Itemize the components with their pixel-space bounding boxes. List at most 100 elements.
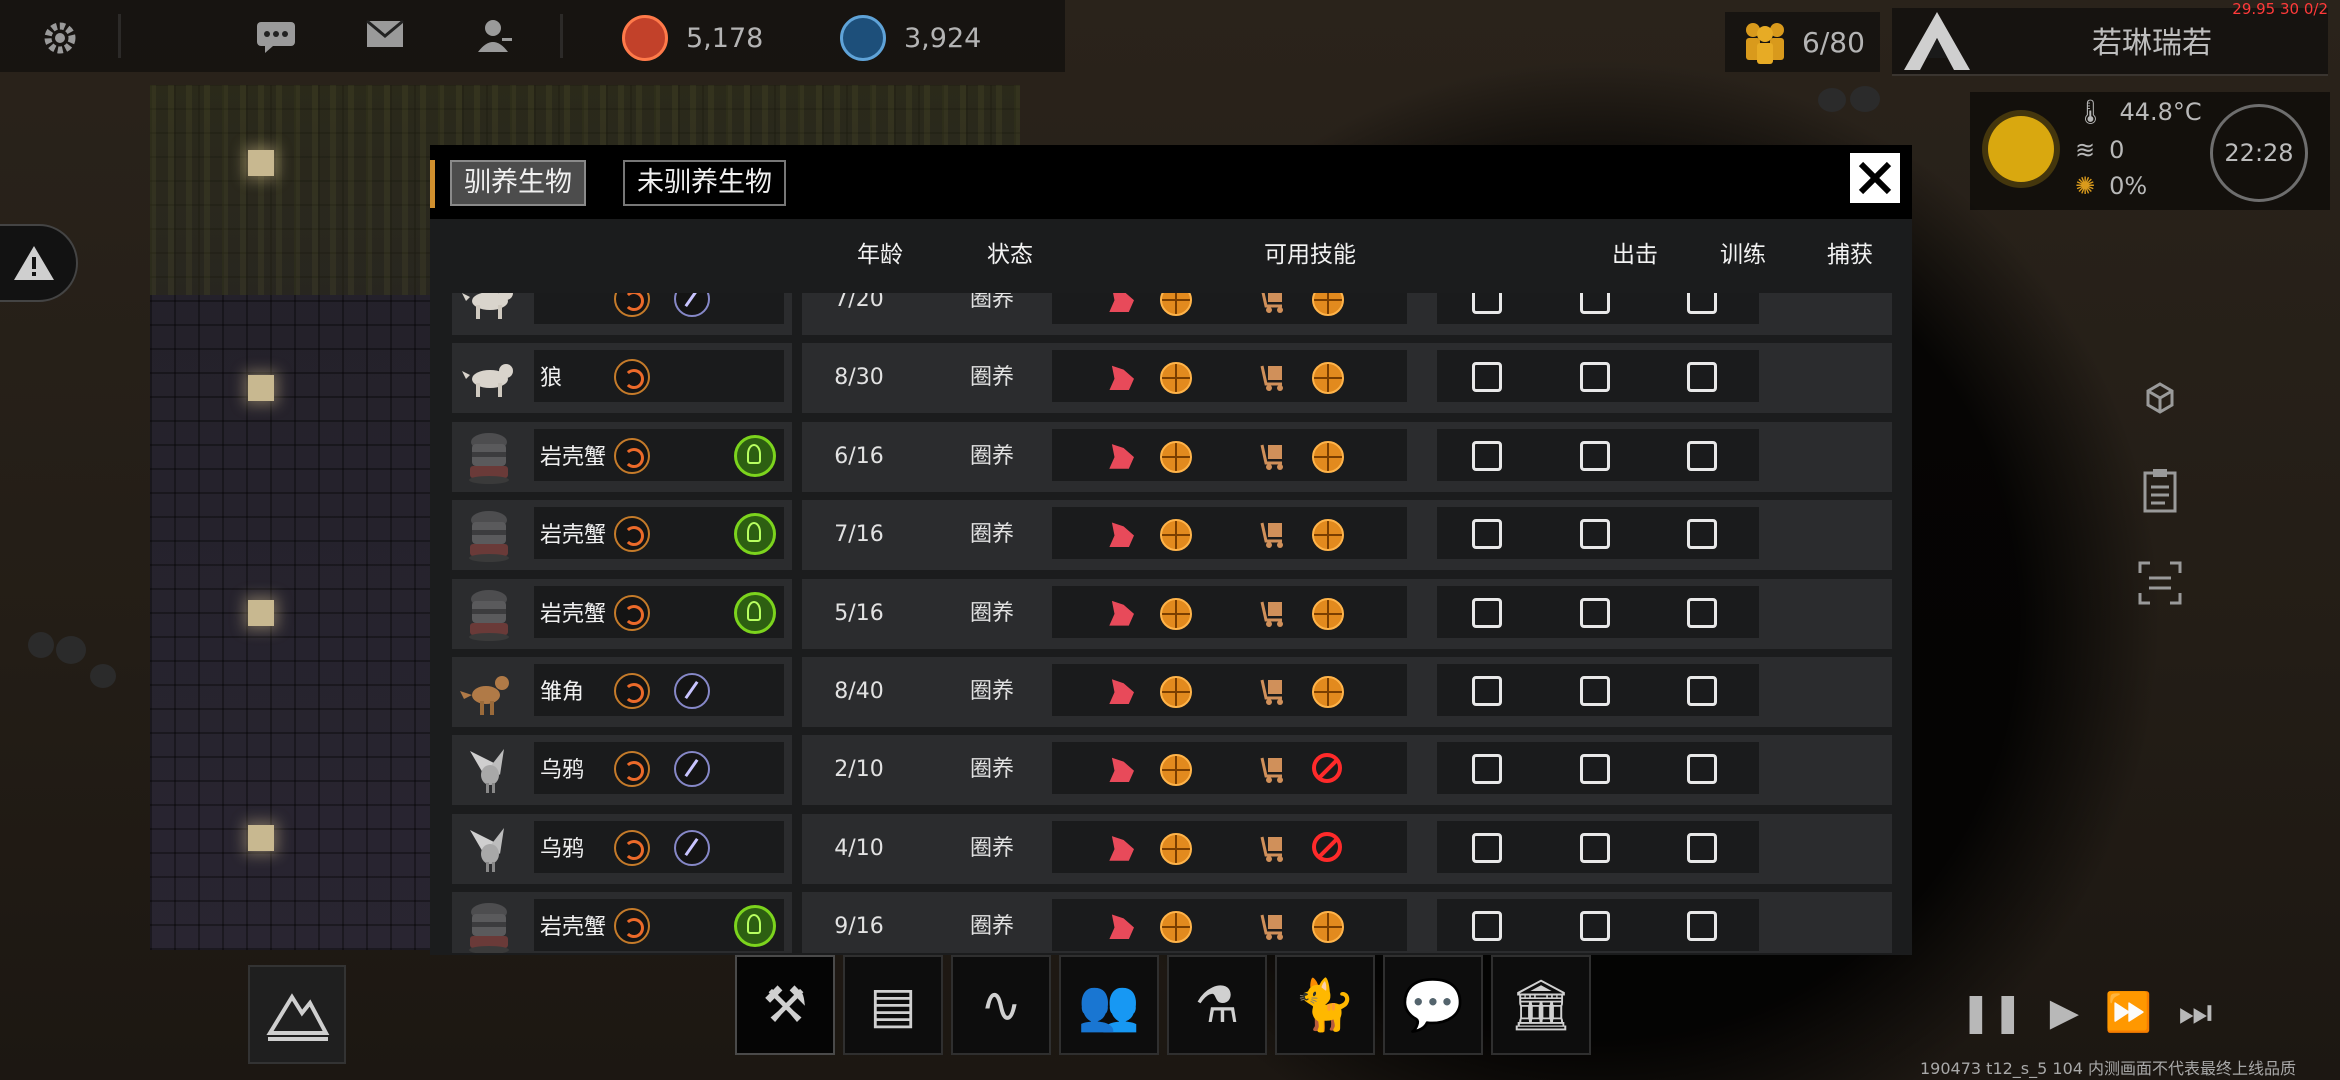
feather-skill-icon[interactable] xyxy=(674,673,710,709)
capture-checkbox[interactable] xyxy=(1687,440,1717,471)
weather-panel[interactable]: 🌡 44.8°C ≋ 0 ✺ 0% 22:28 xyxy=(1970,92,2330,210)
capture-checkbox[interactable] xyxy=(1687,676,1717,706)
orange-skill-icon[interactable] xyxy=(1312,911,1344,944)
cart-skill-icon[interactable] xyxy=(1258,676,1288,706)
player-card[interactable]: 若琳瑞若 29.95 30 0/2 xyxy=(1892,0,2328,76)
stomach-status-icon[interactable] xyxy=(614,516,650,553)
feather-skill-icon[interactable] xyxy=(674,829,710,866)
cart-skill-icon[interactable] xyxy=(1258,833,1288,863)
train-checkbox[interactable] xyxy=(1580,597,1610,628)
terrain-button[interactable] xyxy=(248,965,346,1064)
capture-checkbox[interactable] xyxy=(1687,754,1717,785)
attack-skill-icon[interactable] xyxy=(1109,914,1134,940)
build-button[interactable]: ⚒ xyxy=(735,955,835,1055)
cart-skill-icon[interactable] xyxy=(1258,293,1288,314)
creature-row[interactable]: 乌鸦 4/10 圈养 xyxy=(452,813,1892,884)
orange-skill-icon[interactable] xyxy=(1160,362,1192,395)
lightbulb-trait-icon[interactable] xyxy=(734,513,776,556)
creature-portrait-wolf[interactable] xyxy=(460,349,518,407)
attack-skill-icon[interactable] xyxy=(1109,365,1134,391)
attack-skill-icon[interactable] xyxy=(1109,293,1134,312)
creature-portrait-raptor[interactable] xyxy=(460,663,518,721)
creature-row[interactable]: 乌鸦 2/10 圈养 xyxy=(452,735,1892,806)
creature-portrait-crow[interactable] xyxy=(460,741,518,799)
scan-icon[interactable] xyxy=(2135,558,2185,608)
feather-skill-icon[interactable] xyxy=(674,293,710,317)
attack-skill-icon[interactable] xyxy=(1109,600,1134,626)
attack-checkbox[interactable] xyxy=(1472,832,1502,863)
cart-skill-icon[interactable] xyxy=(1258,598,1288,628)
lightbulb-trait-icon[interactable] xyxy=(734,591,776,634)
cart-skill-icon[interactable] xyxy=(1258,441,1288,471)
orange-skill-icon[interactable] xyxy=(1160,676,1192,708)
train-checkbox[interactable] xyxy=(1580,440,1610,471)
attack-checkbox[interactable] xyxy=(1472,911,1502,942)
train-checkbox[interactable] xyxy=(1580,754,1610,785)
attack-checkbox[interactable] xyxy=(1472,440,1502,471)
gear-icon[interactable] xyxy=(40,18,80,58)
orange-skill-icon[interactable] xyxy=(1312,362,1344,395)
cart-skill-icon[interactable] xyxy=(1258,911,1288,941)
play-icon[interactable]: ▶ xyxy=(2050,990,2079,1035)
faction-button[interactable]: 🏛 xyxy=(1491,955,1591,1055)
creature-portrait-wolf[interactable] xyxy=(460,293,518,329)
capture-checkbox[interactable] xyxy=(1687,911,1717,942)
stomach-status-icon[interactable] xyxy=(614,673,650,709)
orange-skill-icon[interactable] xyxy=(1160,754,1192,787)
attack-checkbox[interactable] xyxy=(1472,362,1502,393)
person-icon[interactable] xyxy=(475,18,515,58)
rotate-cube-icon[interactable] xyxy=(2135,372,2185,422)
chat-icon[interactable] xyxy=(255,18,295,58)
creature-row[interactable]: 岩壳蟹 7/16 圈养 xyxy=(452,500,1892,571)
feather-skill-icon[interactable] xyxy=(674,751,710,788)
orange-skill-icon[interactable] xyxy=(1160,519,1192,552)
attack-skill-icon[interactable] xyxy=(1109,522,1134,548)
train-checkbox[interactable] xyxy=(1580,676,1610,706)
attack-skill-icon[interactable] xyxy=(1109,444,1134,469)
attack-checkbox[interactable] xyxy=(1472,754,1502,785)
orange-skill-icon[interactable] xyxy=(1312,597,1344,630)
creature-row[interactable]: 岩壳蟹 6/16 圈养 xyxy=(452,421,1892,492)
animal-button[interactable]: 🐈 xyxy=(1275,955,1375,1055)
capture-checkbox[interactable] xyxy=(1687,519,1717,550)
tab-tamed[interactable]: 驯养生物 xyxy=(450,160,586,206)
creature-row[interactable]: 雏角 8/40 圈养 xyxy=(452,657,1892,727)
stomach-status-icon[interactable] xyxy=(614,293,650,317)
cart-skill-icon[interactable] xyxy=(1258,754,1288,784)
fastest-icon[interactable]: ⏭ xyxy=(2178,990,2212,1035)
orange-skill-icon[interactable] xyxy=(1160,597,1192,630)
creature-row[interactable]: 岩壳蟹 9/16 圈养 xyxy=(452,892,1892,953)
orange-skill-icon[interactable] xyxy=(1160,440,1192,473)
capture-checkbox[interactable] xyxy=(1687,597,1717,628)
train-checkbox[interactable] xyxy=(1580,911,1610,942)
train-checkbox[interactable] xyxy=(1580,293,1610,314)
clipboard-icon[interactable] xyxy=(2135,465,2185,515)
stomach-status-icon[interactable] xyxy=(614,751,650,788)
comms-button[interactable]: 💬 xyxy=(1383,955,1483,1055)
signal-button[interactable]: ∿ xyxy=(951,955,1051,1055)
lightbulb-trait-icon[interactable] xyxy=(734,434,776,477)
train-checkbox[interactable] xyxy=(1580,362,1610,393)
orange-skill-icon[interactable] xyxy=(1312,519,1344,552)
creature-list[interactable]: 7/20 圈养狼 8/30 圈养 岩壳蟹 6/16 圈养 岩壳蟹 7/16 圈养 岩壳蟹 5/16 圈养… xyxy=(430,293,1912,953)
orange-skill-icon[interactable] xyxy=(1312,676,1344,708)
creature-portrait-crab[interactable] xyxy=(460,428,518,486)
attack-skill-icon[interactable] xyxy=(1109,757,1134,783)
capture-checkbox[interactable] xyxy=(1687,293,1717,314)
orange-skill-icon[interactable] xyxy=(1160,911,1192,944)
stomach-status-icon[interactable] xyxy=(614,437,650,474)
stomach-status-icon[interactable] xyxy=(614,594,650,631)
research-button[interactable]: ⚗ xyxy=(1167,955,1267,1055)
creature-row[interactable]: 狼 8/30 圈养 xyxy=(452,343,1892,414)
stomach-status-icon[interactable] xyxy=(614,908,650,945)
attack-checkbox[interactable] xyxy=(1472,676,1502,706)
orange-skill-icon[interactable] xyxy=(1160,832,1192,865)
train-checkbox[interactable] xyxy=(1580,519,1610,550)
orange-skill-icon[interactable] xyxy=(1160,293,1192,316)
people-button[interactable]: 👥 xyxy=(1059,955,1159,1055)
blueprint-button[interactable]: ▤ xyxy=(843,955,943,1055)
attack-checkbox[interactable] xyxy=(1472,597,1502,628)
stomach-status-icon[interactable] xyxy=(614,359,650,396)
creature-portrait-crab[interactable] xyxy=(460,585,518,643)
population-indicator[interactable]: 6/80 xyxy=(1725,12,1880,72)
